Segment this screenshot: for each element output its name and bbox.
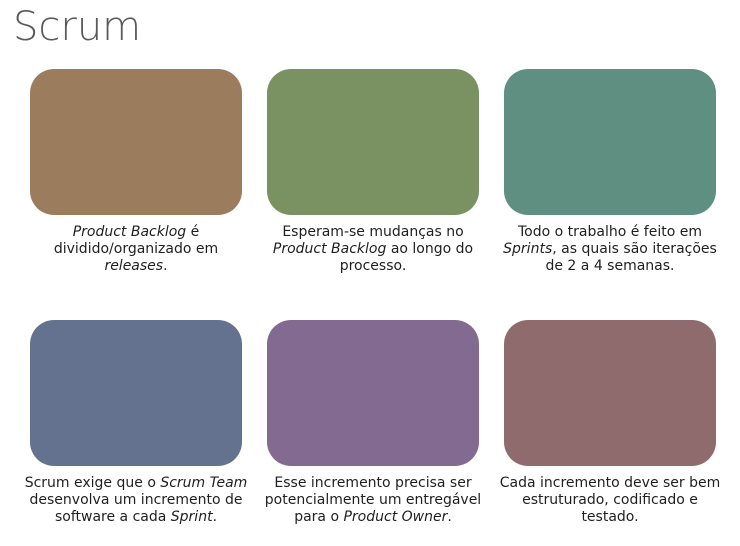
card-2-caption: Esperam-se mudanças no Product Backlog a… bbox=[258, 224, 488, 275]
caption-segment: . bbox=[212, 509, 218, 525]
card-4-caption: Scrum exige que o Scrum Team desenvolva … bbox=[21, 475, 251, 526]
caption-segment: Product Backlog bbox=[72, 224, 187, 240]
card-6-color-block bbox=[504, 320, 716, 466]
caption-segment: , as quais são iterações de 2 a 4 semana… bbox=[545, 241, 717, 274]
caption-segment: Cada incremento deve ser bem estruturado… bbox=[499, 475, 721, 525]
card-5-color-block bbox=[267, 320, 479, 466]
card-5-caption: Esse incremento precisa ser potencialmen… bbox=[258, 475, 488, 526]
card-1-caption: Product Backlog é dividido/organizado em… bbox=[21, 224, 251, 275]
card-3-caption: Todo o trabalho é feito em Sprints, as q… bbox=[495, 224, 725, 275]
caption-segment: . bbox=[163, 258, 168, 274]
card-4-color-block bbox=[30, 320, 242, 466]
caption-segment: Scrum exige que o bbox=[24, 475, 161, 491]
caption-segment: Scrum Team bbox=[160, 475, 248, 491]
card-6-caption: Cada incremento deve ser bem estruturado… bbox=[495, 475, 725, 526]
caption-segment: releases bbox=[104, 258, 164, 274]
caption-segment: Product Owner bbox=[343, 509, 448, 525]
card-3-color-block bbox=[504, 69, 716, 215]
caption-segment: Todo o trabalho é feito em bbox=[518, 224, 702, 240]
caption-segment: Sprint bbox=[170, 509, 213, 525]
caption-segment: Esperam-se mudanças no bbox=[282, 224, 464, 240]
card-2-color-block bbox=[267, 69, 479, 215]
caption-segment: Sprints bbox=[503, 241, 553, 257]
card-1-color-block bbox=[30, 69, 242, 215]
page-title: Scrum bbox=[13, 4, 142, 50]
caption-segment: Product Backlog bbox=[272, 241, 387, 257]
caption-segment: . bbox=[447, 509, 452, 525]
